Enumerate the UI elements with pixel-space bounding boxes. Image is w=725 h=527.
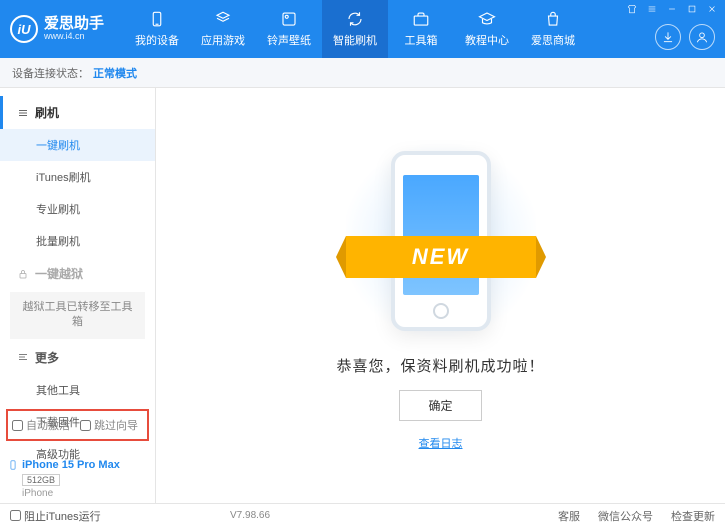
nav-apps[interactable]: 应用游戏 [190,0,256,58]
device-info: iPhone 15 Pro Max 512GB iPhone [8,458,120,499]
options-highlighted: 自动激活 跳过向导 [6,409,149,441]
sidebar-item-pro[interactable]: 专业刷机 [0,193,155,225]
sidebar-header-label: 一键越狱 [35,265,83,282]
sidebar-header-more[interactable]: 更多 [0,341,155,374]
device-model: iPhone [22,488,120,499]
list-icon [17,107,29,119]
version-label: V7.98.66 [230,510,270,521]
view-log-link[interactable]: 查看日志 [419,435,463,451]
ok-button[interactable]: 确定 [399,390,481,421]
new-banner: NEW [346,236,536,278]
sidebar-item-itunes[interactable]: iTunes刷机 [0,161,155,193]
footer-link-wechat[interactable]: 微信公众号 [598,508,653,524]
nav-store[interactable]: 爱思商城 [520,0,586,58]
device-storage: 512GB [22,474,60,486]
success-illustration: NEW [366,141,516,341]
phone-icon [8,458,18,472]
sidebar-header-flash[interactable]: 刷机 [0,96,155,129]
main-content: NEW 恭喜您，保资料刷机成功啦！ 确定 查看日志 [156,88,725,503]
device-name[interactable]: iPhone 15 Pro Max [8,458,120,472]
nav-tutorial[interactable]: 教程中心 [454,0,520,58]
user-button[interactable] [689,24,715,50]
tutorial-icon [478,10,496,28]
checkbox-label: 跳过向导 [94,417,138,433]
minimize-button[interactable] [663,2,681,16]
nav-label: 教程中心 [465,32,509,48]
nav-my-device[interactable]: 我的设备 [124,0,190,58]
sidebar-header-label: 更多 [35,349,59,366]
sidebar-item-batch[interactable]: 批量刷机 [0,225,155,257]
wallpaper-icon [280,10,298,28]
header-actions [655,24,715,50]
footer-link-support[interactable]: 客服 [558,508,580,524]
sidebar-jailbreak-note[interactable]: 越狱工具已转移至工具箱 [10,292,145,339]
nav-flash[interactable]: 智能刷机 [322,0,388,58]
sidebar-header-jailbreak: 一键越狱 [0,257,155,290]
app-title: 爱思助手 [44,16,104,33]
nav-label: 爱思商城 [531,32,575,48]
sidebar-header-label: 刷机 [35,104,59,121]
nav-label: 工具箱 [405,32,438,48]
checkbox-auto-activate[interactable]: 自动激活 [12,417,70,433]
flash-icon [346,10,364,28]
sidebar-item-oneclick[interactable]: 一键刷机 [0,129,155,161]
checkbox-skip-guide[interactable]: 跳过向导 [80,417,138,433]
skin-button[interactable] [623,2,641,16]
checkbox-label: 自动激活 [26,417,70,433]
app-header: iU 爱思助手 www.i4.cn 我的设备 应用游戏 铃声壁纸 智能刷机 工具… [0,0,725,58]
menu-button[interactable] [643,2,661,16]
nav-toolbox[interactable]: 工具箱 [388,0,454,58]
maximize-button[interactable] [683,2,701,16]
nav-label: 应用游戏 [201,32,245,48]
nav-label: 智能刷机 [333,32,377,48]
store-icon [544,10,562,28]
close-button[interactable] [703,2,721,16]
device-icon [148,10,166,28]
apps-icon [214,10,232,28]
checkbox-block-itunes[interactable]: 阻止iTunes运行 [10,508,101,524]
checkbox-label: 阻止iTunes运行 [24,508,101,524]
status-bar: 设备连接状态： 正常模式 [0,58,725,88]
toolbox-icon [412,10,430,28]
window-controls [623,2,721,16]
main-nav: 我的设备 应用游戏 铃声壁纸 智能刷机 工具箱 教程中心 爱思商城 [124,0,586,58]
logo-icon: iU [10,15,38,43]
status-mode: 正常模式 [93,65,137,81]
nav-ringtone[interactable]: 铃声壁纸 [256,0,322,58]
app-url: www.i4.cn [44,32,104,42]
logo[interactable]: iU 爱思助手 www.i4.cn [10,15,124,43]
sidebar-item-other[interactable]: 其他工具 [0,374,155,406]
download-button[interactable] [655,24,681,50]
status-label: 设备连接状态： [12,65,89,81]
lock-icon [17,268,29,280]
nav-label: 铃声壁纸 [267,32,311,48]
footer-link-update[interactable]: 检查更新 [671,508,715,524]
nav-label: 我的设备 [135,32,179,48]
footer: 阻止iTunes运行 V7.98.66 客服 微信公众号 检查更新 [0,503,725,527]
sidebar: 刷机 一键刷机 iTunes刷机 专业刷机 批量刷机 一键越狱 越狱工具已转移至… [0,88,156,503]
more-icon [17,351,29,363]
